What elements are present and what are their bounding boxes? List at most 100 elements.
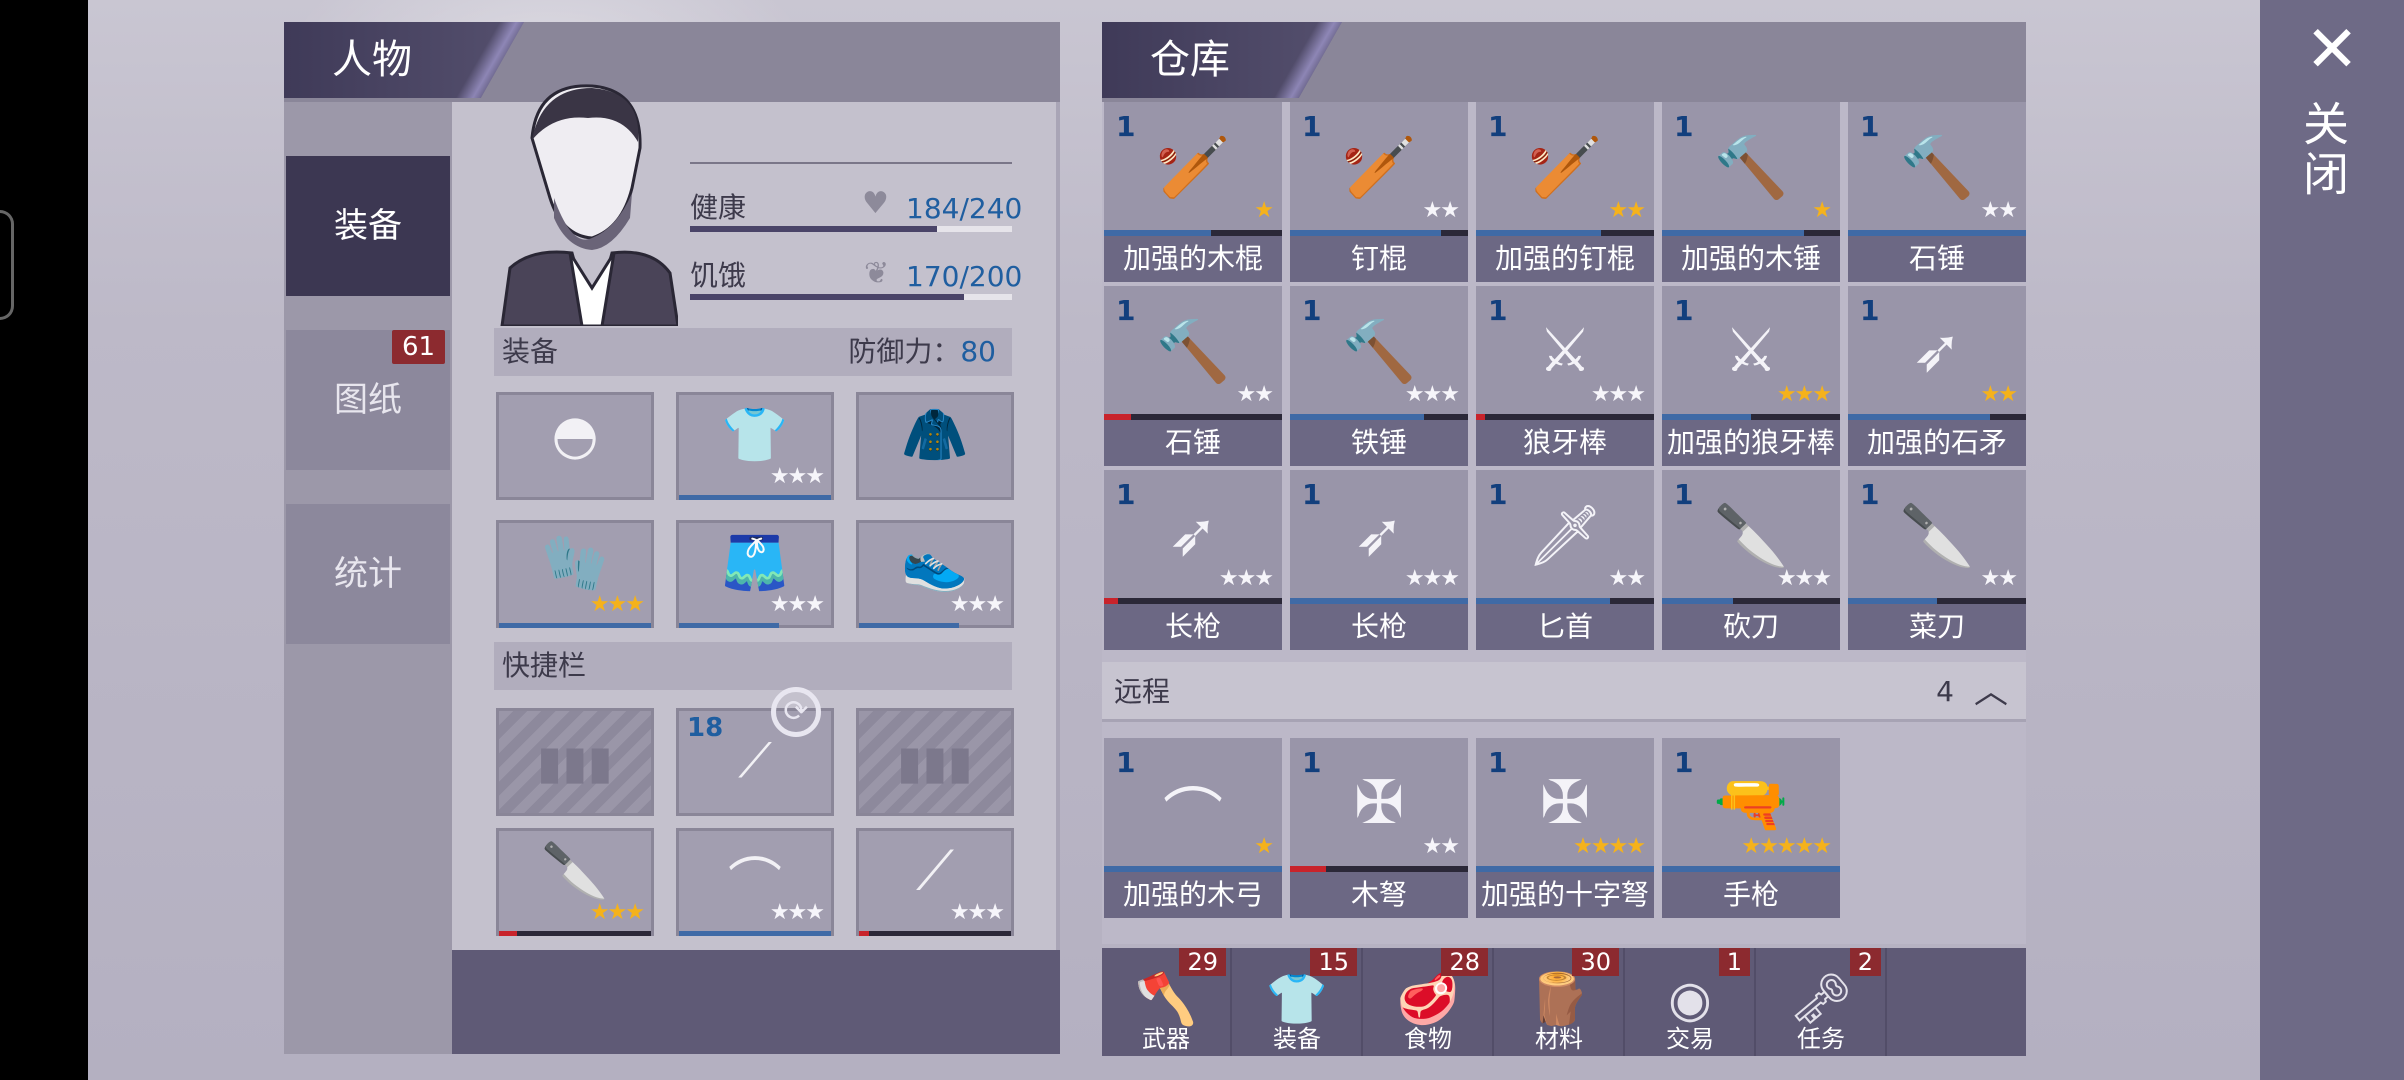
spear-icon: ⟋ [916,839,954,902]
quickbar-weapon-slot-bow[interactable]: ⌒ ★★★ [676,828,834,936]
inventory-item[interactable]: 1 ➶ ★★ 加强的石矛 [1848,286,2026,466]
sneakers-icon: 👟 [901,531,969,594]
category-badge: 28 [1441,948,1488,976]
item-name: 加强的木锤 [1662,236,1840,282]
item-name: 砍刀 [1662,604,1840,650]
item-stars: ★★★ [589,900,645,925]
close-icon[interactable]: ✕ [2302,18,2362,82]
item-name: 手枪 [1662,872,1840,918]
category-tab[interactable]: 🥩 食物 28 [1364,948,1494,1056]
inventory-item[interactable]: 1 🔨 ★★★ 铁锤 [1290,286,1468,466]
item-name: 菜刀 [1848,604,2026,650]
quickbar-section-header: 快捷栏 [494,642,1012,690]
ranged-count: 4 [1936,675,1954,708]
health-bar-fill [690,226,937,232]
defense-stat: 防御力：80 [848,328,996,376]
tab-equipment[interactable]: 装备 [286,156,450,296]
item-stars: ★★★ [949,592,1005,617]
category-tab[interactable]: 👕 装备 15 [1233,948,1363,1056]
inventory-item[interactable]: 1 ➶ ★★★ 长枪 [1290,470,1468,650]
chevron-up-icon[interactable]: ︿ [1974,662,2008,722]
item-name: 木弩 [1290,872,1468,918]
durability-bar [499,623,651,628]
item-name: 加强的木棍 [1104,236,1282,282]
hands-slot[interactable]: 🧤 ★★★ [496,520,654,628]
item-stars: ★★★ [1590,382,1646,407]
inventory-item[interactable]: 1 🏏 ★ 加强的木棍 [1104,102,1282,282]
category-tab[interactable]: 🪵 材料 30 [1495,948,1625,1056]
item-stars: ★★★ [769,900,825,925]
hunger-label: 饥饿 [690,259,747,292]
quickbar-weapon-slot-spear[interactable]: ⟋ ★★★ [856,828,1014,936]
inventory-item[interactable]: 1 ⌒ ★ 加强的木弓 [1104,738,1282,918]
inventory-item[interactable]: 1 🗡 ★★ 匕首 [1476,470,1654,650]
ranged-section-header[interactable]: 远程 4 ︿ [1102,662,2026,722]
defense-label: 防御力： [848,335,961,368]
quickbar-weapon-slot-machete[interactable]: 🔪 ★★★ [496,828,654,936]
inventory-item[interactable]: 1 ✠ ★★ 木弩 [1290,738,1468,918]
category-tab[interactable]: ◉ 交易 1 [1626,948,1756,1056]
category-label: 装备 [1273,1025,1321,1053]
durability-bar [679,495,831,500]
quickbar-ammo-slot-empty[interactable]: ▮▮▮ [856,708,1014,816]
item-name: 加强的狼牙棒 [1662,420,1840,466]
item-stars: ★ [1254,834,1274,859]
hunger-bar-fill [690,294,964,300]
defense-value: 80 [960,335,996,368]
item-stars: ★★ [1980,382,2018,407]
item-stars: ★★★ [1218,566,1274,591]
jacket-icon: 🧥 [901,403,969,466]
category-tab[interactable]: 🗝 任务 2 [1757,948,1887,1056]
item-name: 加强的石矛 [1848,420,2026,466]
feet-slot[interactable]: 👟 ★★★ [856,520,1014,628]
swap-icon[interactable]: ⟳ [771,687,821,737]
item-stars: ★★ [1980,198,2018,223]
shorts-icon: 🩳 [721,531,789,594]
inventory-item[interactable]: 1 🏏 ★★ 钉棍 [1290,102,1468,282]
inventory-item[interactable]: 1 🔨 ★★ 石锤 [1848,102,2026,282]
torso-slot[interactable]: 👕 ★★★ [676,392,834,500]
heart-icon: ♥ [862,186,889,221]
beanie-icon: ◓ [551,403,599,466]
gloves-icon: 🧤 [541,531,609,594]
inventory-item[interactable]: 1 ✠ ★★★★ 加强的十字弩 [1476,738,1654,918]
warehouse-panel-header: 仓库 [1102,22,2026,102]
item-stars: ★ [1254,198,1274,223]
item-name: 石锤 [1848,236,2026,282]
item-stars: ★★★ [1404,382,1460,407]
health-value: 184/240 [906,192,1023,225]
category-tab[interactable]: 🪓 武器 29 [1102,948,1232,1056]
warehouse-title: 仓库 [1102,22,1342,98]
inventory-item[interactable]: 1 ⚔ ★★★ 加强的狼牙棒 [1662,286,1840,466]
inventory-item[interactable]: 1 ➶ ★★★ 长枪 [1104,470,1282,650]
item-name: 加强的十字弩 [1476,872,1654,918]
inventory-item[interactable]: 1 🔨 ★★ 石锤 [1104,286,1282,466]
quickbar-ammo-slot-spear[interactable]: 18 ⟋ ⟳ [676,687,834,816]
item-name: 狼牙棒 [1476,420,1654,466]
inventory-item[interactable]: 1 🔪 ★★★ 砍刀 [1662,470,1840,650]
item-name: 长枪 [1290,604,1468,650]
inventory-item[interactable]: 1 🔫 ★★★★★ 手枪 [1662,738,1840,918]
item-stars: ★★★ [1404,566,1460,591]
quickbar-ammo-slot-empty[interactable]: ▮▮▮ [496,708,654,816]
head-slot[interactable]: ◓ [496,392,654,500]
item-stars: ★★ [1422,834,1460,859]
category-label: 食物 [1404,1025,1452,1053]
item-name: 匕首 [1476,604,1654,650]
character-bottom-bar [452,950,1060,1054]
item-stars: ★★★ [1776,382,1832,407]
legs-slot[interactable]: 🩳 ★★★ [676,520,834,628]
item-stars: ★★ [1422,198,1460,223]
outerwear-slot[interactable]: 🧥 [856,392,1014,500]
inventory-item[interactable]: 1 🔪 ★★ 菜刀 [1848,470,2026,650]
item-name: 加强的钉棍 [1476,236,1654,282]
item-stars: ★★ [1608,566,1646,591]
tab-statistics[interactable]: 统计 [286,504,450,644]
ranged-label: 远程 [1114,675,1171,708]
inventory-item[interactable]: 1 ⚔ ★★★ 狼牙棒 [1476,286,1654,466]
inventory-item[interactable]: 1 🔨 ★ 加强的木锤 [1662,102,1840,282]
item-stars: ★★★ [589,592,645,617]
inventory-item[interactable]: 1 🏏 ★★ 加强的钉棍 [1476,102,1654,282]
item-stars: ★★★ [769,592,825,617]
close-button-label[interactable]: 关闭 [2296,100,2356,200]
